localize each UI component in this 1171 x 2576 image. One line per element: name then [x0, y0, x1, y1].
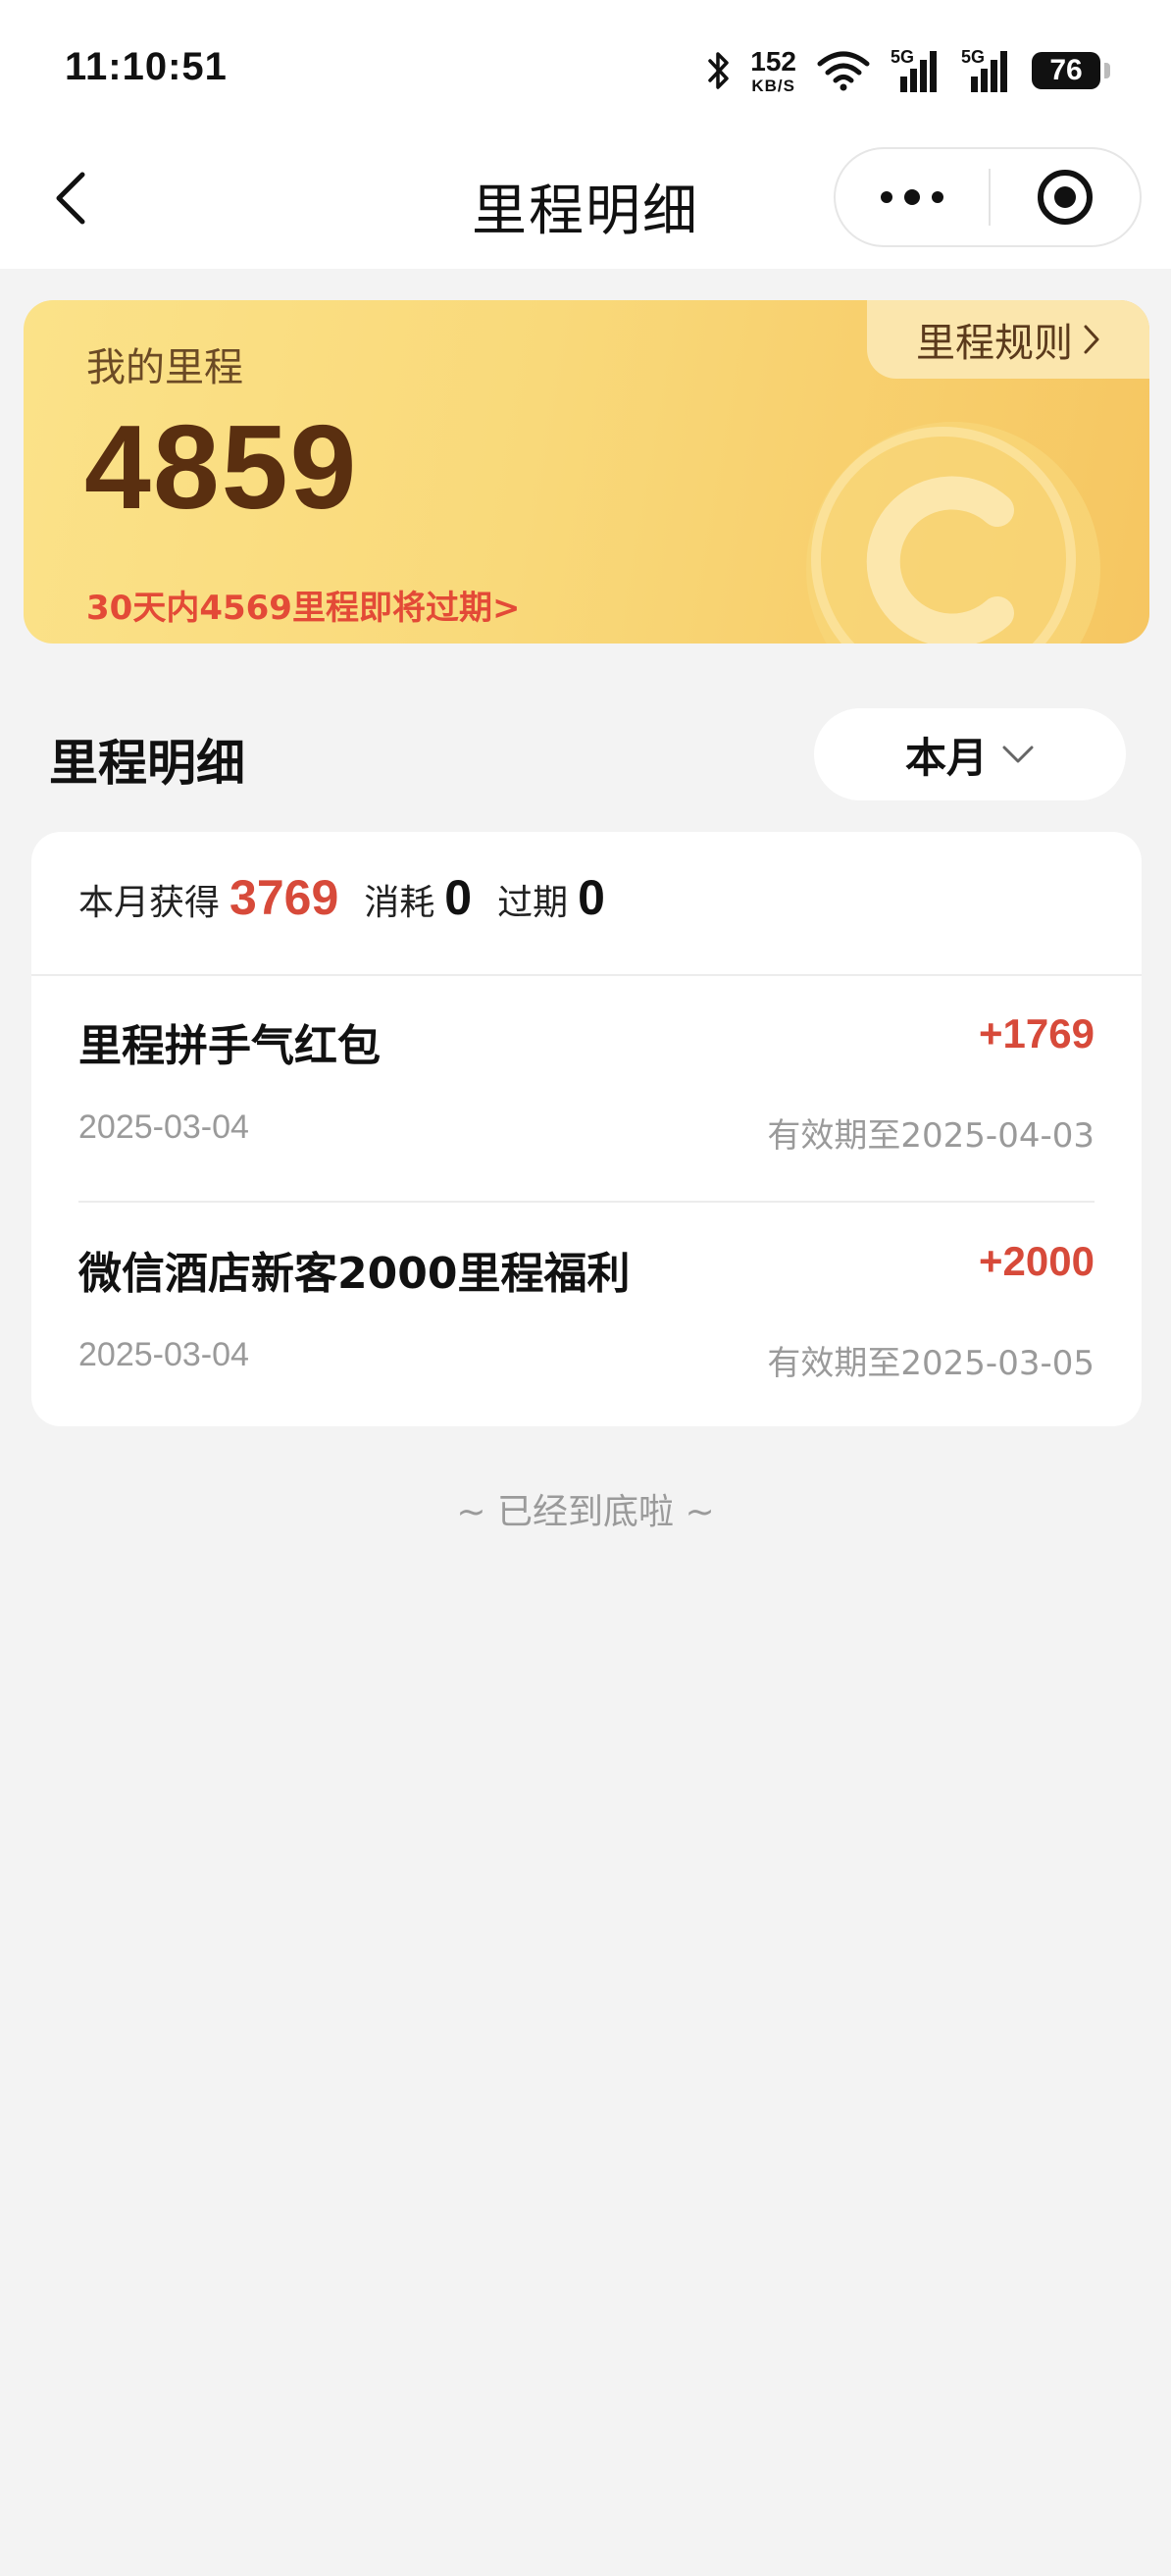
- target-circle-icon: [1038, 170, 1093, 225]
- earned-label: 本月获得: [78, 883, 221, 923]
- record-date: 2025-03-04: [78, 1108, 249, 1146]
- battery-icon: 76: [1032, 52, 1110, 89]
- record-title: 里程拼手气红包: [78, 1021, 381, 1071]
- spent-value: 0: [444, 870, 473, 925]
- mileage-points: 4859: [84, 400, 359, 534]
- record-expiry: 有效期至2025-04-03: [767, 1116, 1095, 1156]
- mileage-records-card: 本月获得 3769 消耗 0 过期 0 里程拼手气红包 +1769 2025-0…: [31, 832, 1142, 1426]
- spent-label: 消耗: [364, 883, 435, 923]
- period-selected: 本月: [904, 733, 988, 782]
- network-type-1: 5G: [891, 47, 915, 67]
- list-item: 微信酒店新客2000里程福利 +2000 2025-03-04 有效期至2025…: [78, 1203, 1095, 1426]
- network-speed-value: 152: [750, 45, 796, 77]
- cellular-signal-1: 5G: [891, 47, 942, 94]
- mileage-rules-label: 里程规则: [916, 321, 1073, 366]
- mileage-card: 我的里程 4859 30天内4569里程即将过期> 里程规则: [24, 300, 1149, 644]
- chevron-down-icon: [1002, 746, 1034, 763]
- network-type-2: 5G: [961, 47, 986, 67]
- nav-bar: 里程明细: [0, 137, 1171, 269]
- my-mileage-label: 我的里程: [86, 345, 243, 390]
- status-bar: 11:10:51 152 KB/S 5G 5G 76: [0, 0, 1171, 137]
- record-date: 2025-03-04: [78, 1336, 249, 1373]
- expired-value: 0: [578, 870, 605, 925]
- record-title: 微信酒店新客2000里程福利: [78, 1249, 631, 1299]
- monthly-summary: 本月获得 3769 消耗 0 过期 0: [78, 869, 631, 938]
- chevron-right-icon: [1084, 325, 1099, 354]
- mileage-rules-button[interactable]: 里程规则: [867, 300, 1149, 379]
- status-icons: 152 KB/S 5G 5G 76: [707, 43, 1110, 98]
- record-amount: +1769: [979, 1010, 1095, 1056]
- period-dropdown[interactable]: 本月: [814, 708, 1126, 800]
- status-time: 11:10:51: [65, 45, 228, 88]
- section-title: 里程明细: [49, 735, 245, 792]
- coin-icon: [806, 422, 1100, 644]
- earned-value: 3769: [229, 870, 339, 925]
- miniprogram-capsule: [834, 147, 1142, 247]
- bluetooth-icon: [707, 50, 731, 91]
- network-speed-unit: KB/S: [751, 76, 795, 95]
- list-item: 里程拼手气红包 +1769 2025-03-04 有效期至2025-04-03: [78, 975, 1095, 1201]
- cellular-signal-2: 5G: [961, 47, 1012, 94]
- end-of-list-note: ~ 已经到底啦 ~: [456, 1492, 715, 1532]
- expired-label: 过期: [497, 883, 569, 923]
- network-speed: 152 KB/S: [750, 45, 796, 95]
- expiring-mileage-link[interactable]: 30天内4569里程即将过期>: [86, 581, 520, 629]
- wifi-icon: [816, 50, 871, 91]
- more-dots-icon: [881, 189, 943, 205]
- more-button[interactable]: [836, 149, 989, 245]
- record-expiry: 有效期至2025-03-05: [767, 1344, 1095, 1383]
- record-amount: +2000: [979, 1238, 1095, 1284]
- close-miniprogram-button[interactable]: [991, 149, 1140, 245]
